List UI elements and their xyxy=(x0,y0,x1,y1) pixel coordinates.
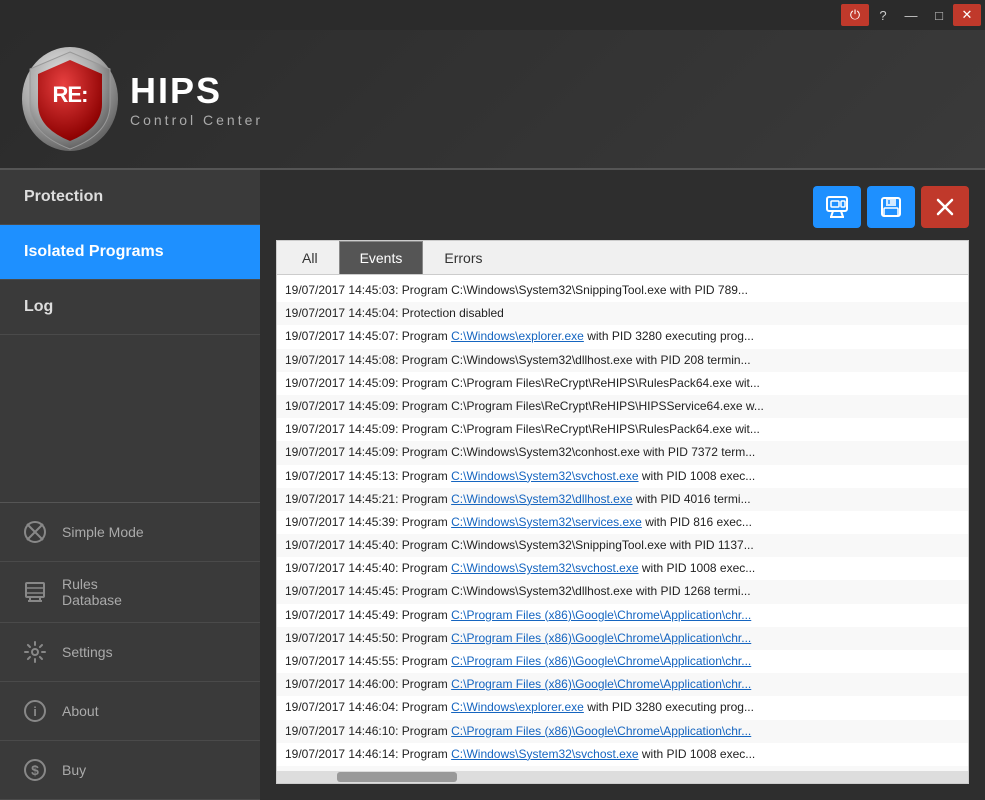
help-button[interactable]: ? xyxy=(869,4,897,26)
log-entry: 19/07/2017 14:45:21: Program C:\Windows\… xyxy=(277,488,968,511)
tab-bar: All Events Errors xyxy=(277,241,968,275)
svg-text:RE:: RE: xyxy=(53,82,88,107)
rules-database-icon xyxy=(20,577,50,607)
log-link[interactable]: C:\Windows\System32\svchost.exe xyxy=(451,561,638,575)
window-close-button[interactable]: ✕ xyxy=(953,4,981,26)
tab-errors[interactable]: Errors xyxy=(423,241,503,274)
log-entry: 19/07/2017 14:45:13: Program C:\Windows\… xyxy=(277,465,968,488)
log-link[interactable]: C:\Program Files (x86)\Google\Chrome\App… xyxy=(451,677,751,691)
title-bar: ⏻ ? — □ ✕ xyxy=(0,0,985,30)
log-entry: 19/07/2017 14:45:09: Program C:\Program … xyxy=(277,418,968,441)
log-link[interactable]: C:\Program Files (x86)\Google\Chrome\App… xyxy=(451,631,751,645)
log-link[interactable]: C:\Windows\System32\services.exe xyxy=(451,515,642,529)
settings-label: Settings xyxy=(62,644,113,660)
simple-mode-icon xyxy=(20,517,50,547)
log-entry: 19/07/2017 14:45:07: Program C:\Windows\… xyxy=(277,325,968,348)
toolbar xyxy=(276,186,969,228)
main-layout: Protection Isolated Programs Log Simple … xyxy=(0,170,985,800)
nav-item-isolated-programs[interactable]: Isolated Programs xyxy=(0,225,260,280)
log-entry: 19/07/2017 14:45:08: Program C:\Windows\… xyxy=(277,349,968,372)
save-button[interactable] xyxy=(867,186,915,228)
log-link[interactable]: C:\Windows\System32\svchost.exe xyxy=(451,469,638,483)
log-link[interactable]: C:\Windows\explorer.exe xyxy=(451,329,584,343)
log-link[interactable]: C:\Windows\System32\svchost.exe xyxy=(451,747,638,761)
nav-item-log[interactable]: Log xyxy=(0,280,260,335)
log-entry: 19/07/2017 14:45:04: Protection disabled xyxy=(277,302,968,325)
log-link[interactable]: C:\Windows\explorer.exe xyxy=(451,700,584,714)
monitor-icon xyxy=(826,196,848,218)
sidebar-item-simple-mode[interactable]: Simple Mode xyxy=(0,503,260,562)
log-entry: 19/07/2017 14:45:45: Program C:\Windows\… xyxy=(277,580,968,603)
rules-database-label: RulesDatabase xyxy=(62,576,122,608)
log-link[interactable]: C:\Windows\System32\dllhost.exe xyxy=(451,492,632,506)
log-entry: 19/07/2017 14:45:55: Program C:\Program … xyxy=(277,650,968,673)
sidebar-item-rules-database[interactable]: RulesDatabase xyxy=(0,562,260,623)
app-title-block: HIPS Control Center xyxy=(130,70,263,128)
log-entry: 19/07/2017 14:46:14: Program C:\Windows\… xyxy=(277,743,968,766)
app-header: RE: HIPS Control Center xyxy=(0,30,985,170)
logo: RE: xyxy=(20,44,120,154)
monitor-button[interactable] xyxy=(813,186,861,228)
sidebar-item-settings[interactable]: Settings xyxy=(0,623,260,682)
log-entry: 19/07/2017 14:45:09: Program C:\Program … xyxy=(277,372,968,395)
svg-text:$: $ xyxy=(31,762,39,778)
log-entry: 19/07/2017 14:45:09: Program C:\Windows\… xyxy=(277,441,968,464)
log-entry: 19/07/2017 14:45:49: Program C:\Program … xyxy=(277,604,968,627)
sidebar-item-buy[interactable]: $ Buy xyxy=(0,741,260,800)
horizontal-scrollbar[interactable] xyxy=(277,771,968,783)
content-area: All Events Errors 19/07/2017 14:45:03: P… xyxy=(260,170,985,800)
minimize-button[interactable]: — xyxy=(897,4,925,26)
simple-mode-label: Simple Mode xyxy=(62,524,144,540)
svg-text:i: i xyxy=(33,704,37,719)
maximize-button[interactable]: □ xyxy=(925,4,953,26)
tab-all[interactable]: All xyxy=(281,241,339,274)
log-entry: 19/07/2017 14:45:03: Program C:\Windows\… xyxy=(277,279,968,302)
tab-events[interactable]: Events xyxy=(339,241,424,274)
save-icon xyxy=(880,196,902,218)
scrollbar-thumb[interactable] xyxy=(337,772,457,782)
log-link[interactable]: C:\Program Files (x86)\Google\Chrome\App… xyxy=(451,724,751,738)
buy-label: Buy xyxy=(62,762,86,778)
log-link[interactable]: C:\Program Files (x86)\Google\Chrome\App… xyxy=(451,608,751,622)
buy-icon: $ xyxy=(20,755,50,785)
app-name: HIPS xyxy=(130,70,263,112)
content-close-button[interactable] xyxy=(921,186,969,228)
log-entry: 19/07/2017 14:45:09: Program C:\Program … xyxy=(277,395,968,418)
app-subtitle: Control Center xyxy=(130,112,263,128)
nav-item-protection[interactable]: Protection xyxy=(0,170,260,225)
log-entry: 19/07/2017 14:45:40: Program C:\Windows\… xyxy=(277,557,968,580)
close-icon xyxy=(936,198,954,216)
log-entry: 19/07/2017 14:46:00: Program C:\Program … xyxy=(277,673,968,696)
about-label: About xyxy=(62,703,99,719)
log-entry: 19/07/2017 14:46:04: Program C:\Windows\… xyxy=(277,696,968,719)
sidebar: Protection Isolated Programs Log Simple … xyxy=(0,170,260,800)
log-entry: 19/07/2017 14:46:10: Program C:\Program … xyxy=(277,720,968,743)
log-content[interactable]: 19/07/2017 14:45:03: Program C:\Windows\… xyxy=(277,275,968,771)
log-entry: 19/07/2017 14:45:39: Program C:\Windows\… xyxy=(277,511,968,534)
log-entry: 19/07/2017 14:45:50: Program C:\Program … xyxy=(277,627,968,650)
log-link[interactable]: C:\Program Files (x86)\Google\Chrome\App… xyxy=(451,654,751,668)
log-entry: 19/07/2017 14:45:40: Program C:\Windows\… xyxy=(277,534,968,557)
sidebar-item-about[interactable]: i About xyxy=(0,682,260,741)
log-container: All Events Errors 19/07/2017 14:45:03: P… xyxy=(276,240,969,784)
power-button[interactable]: ⏻ xyxy=(841,4,869,26)
about-icon: i xyxy=(20,696,50,726)
settings-icon xyxy=(20,637,50,667)
sidebar-bottom: Simple Mode RulesDatabase xyxy=(0,502,260,800)
